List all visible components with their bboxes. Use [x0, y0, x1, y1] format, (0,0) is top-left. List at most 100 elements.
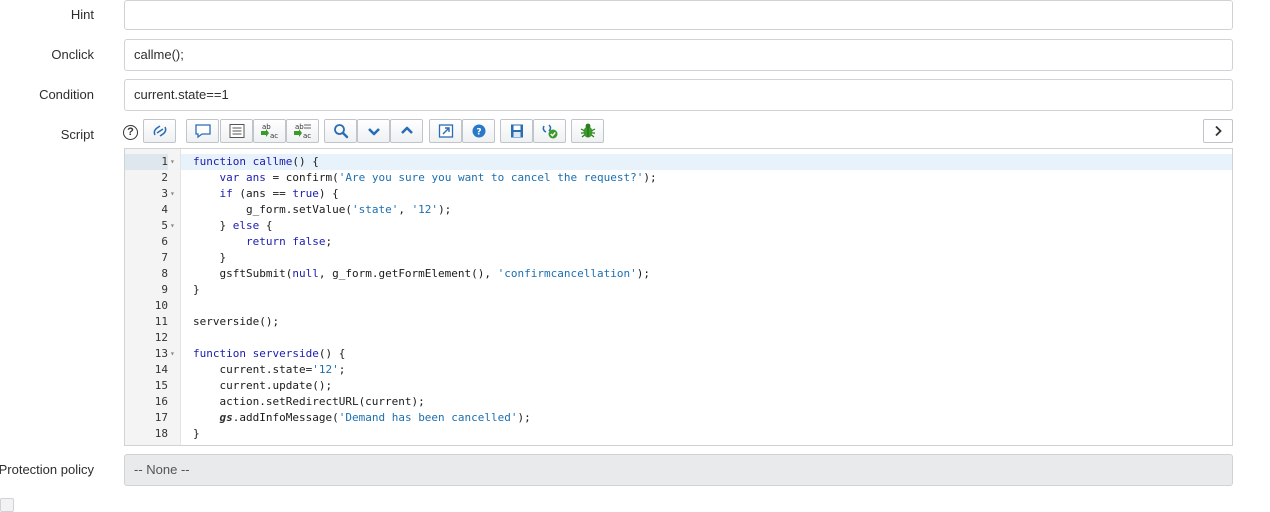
svg-text:ac: ac	[303, 132, 311, 140]
code-line[interactable]: 9}	[125, 282, 1232, 298]
condition-label: Condition	[39, 87, 94, 102]
find-next-icon	[367, 128, 380, 136]
line-number: 14	[154, 363, 168, 376]
protection-policy-field[interactable]: -- None --	[124, 454, 1233, 486]
line-number: 18	[154, 427, 168, 440]
line-number: 7	[161, 251, 168, 264]
code-line[interactable]: 7 }	[125, 250, 1232, 266]
line-number: 1	[125, 154, 168, 170]
fullscreen-button[interactable]	[429, 119, 462, 143]
code-text: function serverside() {	[193, 347, 346, 360]
find-previous-button[interactable]	[390, 119, 423, 143]
toggle-syntax-icon	[153, 125, 166, 137]
hint-field[interactable]	[124, 0, 1233, 30]
code-text: }	[193, 427, 200, 440]
code-line[interactable]: 15 current.update();	[125, 378, 1232, 394]
line-number: 12	[154, 331, 168, 344]
code-text: var ans = confirm('Are you sure you want…	[219, 171, 657, 184]
code-line[interactable]: 17 gs.addInfoMessage('Demand has been ca…	[125, 410, 1232, 426]
line-number: 8	[161, 267, 168, 280]
code-text: }	[193, 283, 200, 296]
line-number: 11	[154, 315, 168, 328]
code-text: gs.addInfoMessage('Demand has been cance…	[219, 411, 531, 424]
code-line[interactable]: 14 current.state='12';	[125, 362, 1232, 378]
fold-arrow-icon[interactable]: ▾	[170, 154, 180, 170]
condition-field[interactable]: current.state==1	[124, 79, 1233, 111]
script-label: Script	[60, 127, 94, 142]
line-number: 5	[161, 219, 168, 232]
format-code-icon	[229, 124, 244, 138]
save-button[interactable]	[500, 119, 533, 143]
code-line[interactable]: 1 ▾ function callme() {	[125, 154, 1232, 170]
code-line[interactable]: 18}	[125, 426, 1232, 442]
line-number: 13	[154, 347, 168, 360]
fullscreen-icon	[438, 124, 453, 138]
expand-editor-button[interactable]	[1203, 119, 1233, 143]
line-number: 9	[161, 283, 168, 296]
code-line[interactable]: 8 gsftSubmit(null, g_form.getFormElement…	[125, 266, 1232, 282]
svg-text:ab: ab	[295, 123, 304, 131]
search-icon	[333, 124, 348, 139]
save-icon	[510, 124, 523, 138]
code-line[interactable]: 16 action.setRedirectURL(current);	[125, 394, 1232, 410]
code-line[interactable]: 12 ​	[125, 330, 1232, 346]
help-button[interactable]: ?	[462, 119, 495, 143]
code-text: }	[193, 251, 227, 264]
fold-arrow-icon[interactable]: ▾	[170, 346, 180, 362]
line-number: 3	[161, 187, 168, 200]
debug-icon	[580, 123, 595, 138]
code-text: ​	[181, 298, 1232, 314]
line-number: 2	[161, 171, 168, 184]
line-number: 15	[154, 379, 168, 392]
code-line[interactable]: 4 g_form.setValue('state', '12');	[125, 202, 1232, 218]
code-line[interactable]: 10 ​	[125, 298, 1232, 314]
help-icon: ?	[472, 124, 485, 138]
line-number: 6	[161, 235, 168, 248]
code-text: if (ans == true) {	[219, 187, 339, 200]
toggle-syntax-button[interactable]	[143, 119, 176, 143]
script-check-icon	[542, 124, 557, 139]
comment-button[interactable]	[186, 119, 219, 143]
onclick-label: Onclick	[51, 47, 94, 62]
fold-arrow-icon[interactable]: ▾	[170, 186, 180, 202]
code-line[interactable]: 2 var ans = confirm('Are you sure you wa…	[125, 170, 1232, 186]
line-number: 4	[161, 203, 168, 216]
code-text: current.state='12';	[193, 363, 346, 376]
code-lines[interactable]: 1 ▾ function callme() {2 var ans = confirm…	[125, 154, 1232, 442]
script-help-icon[interactable]: ?	[123, 125, 138, 140]
line-number: 10	[154, 299, 168, 312]
svg-text:ac: ac	[270, 132, 278, 140]
chevron-right-icon	[1215, 125, 1222, 137]
replace-all-icon: ab ac	[293, 123, 311, 140]
search-button[interactable]	[324, 119, 357, 143]
code-text: current.update();	[193, 379, 333, 392]
code-line[interactable]: 13 ▾ function serverside() {	[125, 346, 1232, 362]
hint-label: Hint	[70, 7, 94, 22]
code-text: serverside();	[193, 315, 280, 328]
code-line[interactable]: 3 ▾ if (ans == true) {	[125, 186, 1232, 202]
find-previous-icon	[400, 126, 413, 134]
protection-policy-label: Protection policy	[0, 462, 94, 477]
code-text: gsftSubmit(null, g_form.getFormElement()…	[193, 267, 650, 280]
svg-text:?: ?	[476, 128, 481, 138]
code-line[interactable]: 11 serverside();	[125, 314, 1232, 330]
comment-icon	[194, 124, 211, 139]
replace-all-button[interactable]: ab ac	[286, 119, 319, 143]
replace-button[interactable]: ab ac	[253, 119, 286, 143]
replace-icon: ab ac	[260, 123, 278, 140]
code-text: ​	[181, 330, 1232, 346]
svg-text:ab: ab	[262, 123, 271, 131]
code-line[interactable]: 5 ▾ } else {	[125, 218, 1232, 234]
script-editor[interactable]: 1 ▾ function callme() {2 var ans = confirm…	[124, 148, 1233, 446]
onclick-field[interactable]: callme();	[124, 39, 1233, 71]
find-next-button[interactable]	[357, 119, 390, 143]
code-line[interactable]: 6 return false;	[125, 234, 1232, 250]
line-number: 16	[154, 395, 168, 408]
script-check-button[interactable]	[533, 119, 566, 143]
format-code-button[interactable]	[220, 119, 253, 143]
line-number: 17	[154, 411, 168, 424]
code-text: return false;	[245, 235, 333, 248]
debug-button[interactable]	[571, 119, 604, 143]
fold-arrow-icon[interactable]: ▾	[170, 218, 180, 234]
code-text: g_form.setValue('state', '12');	[193, 203, 452, 216]
